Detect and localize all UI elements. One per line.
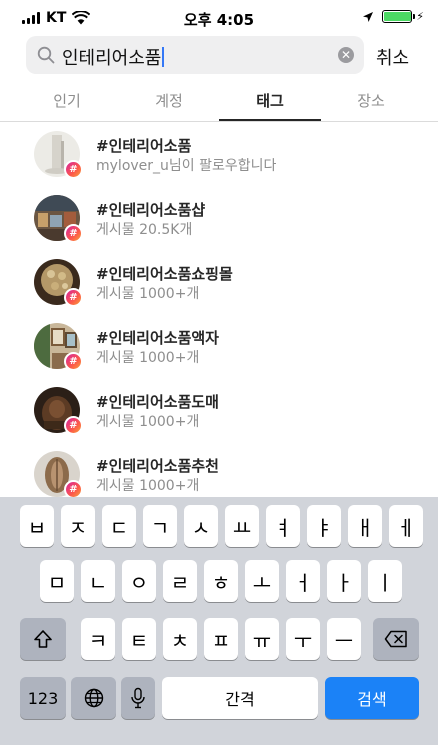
charging-bolt-icon: ⚡ <box>416 10 424 23</box>
key-row2-7[interactable]: ㅓ <box>286 560 320 602</box>
search-tabs: 인기 계정 태그 장소 <box>0 84 438 122</box>
key-row1-4[interactable]: ㄱ <box>143 505 177 547</box>
key-row2-9[interactable]: ㅣ <box>368 560 402 602</box>
key-row1-9[interactable]: ㅐ <box>348 505 382 547</box>
key-row3-7[interactable]: ㅡ <box>327 618 361 660</box>
tab-tags[interactable]: 태그 <box>220 90 320 111</box>
clear-search-button[interactable]: ✕ <box>338 47 354 63</box>
delete-key[interactable] <box>373 618 419 660</box>
key-row3-4[interactable]: ㅍ <box>204 618 238 660</box>
tab-places[interactable]: 장소 <box>321 90 421 111</box>
key-row2-2[interactable]: ㄴ <box>81 560 115 602</box>
hashtag-icon: # <box>64 352 83 371</box>
hashtag-icon: # <box>64 480 83 497</box>
tag-subtitle: mylover_u님이 팔로우합니다 <box>96 158 277 174</box>
list-item[interactable]: # #인테리어소품추천 게시물 1000+개 <box>0 444 438 497</box>
hashtag-icon: # <box>64 288 83 307</box>
tag-name: #인테리어소품샵 <box>96 201 206 219</box>
tag-name: #인테리어소품쇼핑몰 <box>96 265 233 283</box>
dictation-key[interactable] <box>121 677 155 719</box>
key-row1-1[interactable]: ㅂ <box>20 505 54 547</box>
tag-subtitle: 게시물 1000+개 <box>96 350 200 366</box>
list-item[interactable]: # #인테리어소품액자 게시물 1000+개 <box>0 316 438 380</box>
microphone-icon <box>131 687 145 709</box>
tag-name: #인테리어소품추천 <box>96 457 219 475</box>
cancel-button[interactable]: 취소 <box>376 44 409 70</box>
globe-key[interactable] <box>71 677 116 719</box>
key-row2-3[interactable]: ㅇ <box>122 560 156 602</box>
text-caret <box>162 47 165 67</box>
active-tab-indicator <box>219 119 321 121</box>
shift-key[interactable] <box>20 618 66 660</box>
globe-icon <box>84 688 103 708</box>
search-input[interactable]: 인테리어소품 ✕ <box>26 36 364 74</box>
tab-accounts[interactable]: 계정 <box>119 90 219 111</box>
space-key[interactable]: 간격 <box>162 677 318 719</box>
search-key[interactable]: 검색 <box>325 677 419 719</box>
key-row2-8[interactable]: ㅏ <box>327 560 361 602</box>
key-row1-8[interactable]: ㅑ <box>307 505 341 547</box>
tag-name: #인테리어소품도매 <box>96 393 219 411</box>
key-row3-2[interactable]: ㅌ <box>122 618 156 660</box>
hashtag-icon: # <box>64 224 83 243</box>
tag-name: #인테리어소품 <box>96 137 192 155</box>
key-row1-10[interactable]: ㅔ <box>389 505 423 547</box>
tag-name: #인테리어소품액자 <box>96 329 219 347</box>
key-row2-1[interactable]: ㅁ <box>40 560 74 602</box>
tag-subtitle: 게시물 20.5K개 <box>96 222 193 238</box>
key-row3-5[interactable]: ㅠ <box>245 618 279 660</box>
list-item[interactable]: # #인테리어소품도매 게시물 1000+개 <box>0 380 438 444</box>
list-item[interactable]: # #인테리어소품 mylover_u님이 팔로우합니다 <box>0 124 438 188</box>
key-row1-7[interactable]: ㅕ <box>266 505 300 547</box>
status-bar: KT 오후 4:05 ⚡ <box>0 0 438 34</box>
search-icon <box>37 46 55 64</box>
tag-subtitle: 게시물 1000+개 <box>96 478 200 494</box>
hashtag-icon: # <box>64 160 83 179</box>
key-row2-4[interactable]: ㄹ <box>163 560 197 602</box>
backspace-icon <box>384 630 407 648</box>
shift-icon <box>34 630 52 648</box>
search-row: 인테리어소품 ✕ 취소 <box>0 36 438 80</box>
tag-results-list: # #인테리어소품 mylover_u님이 팔로우합니다 # #인테리어소품샵 … <box>0 124 438 497</box>
status-right: ⚡ <box>362 10 424 23</box>
korean-keyboard: ㅂ ㅈ ㄷ ㄱ ㅅ ㅛ ㅕ ㅑ ㅐ ㅔ ㅁ ㄴ ㅇ ㄹ ㅎ ㅗ ㅓ ㅏ ㅣ ㅋ … <box>0 497 438 745</box>
search-query-text[interactable]: 인테리어소품 <box>62 44 165 70</box>
tab-top[interactable]: 인기 <box>17 90 117 111</box>
location-arrow-icon <box>363 11 374 22</box>
key-row2-6[interactable]: ㅗ <box>245 560 279 602</box>
numbers-key[interactable]: 123 <box>20 677 66 719</box>
tag-subtitle: 게시물 1000+개 <box>96 414 200 430</box>
key-row1-2[interactable]: ㅈ <box>61 505 95 547</box>
search-query: 인테리어소품 <box>62 48 162 69</box>
tag-subtitle: 게시물 1000+개 <box>96 286 200 302</box>
key-row1-5[interactable]: ㅅ <box>184 505 218 547</box>
key-row3-1[interactable]: ㅋ <box>81 618 115 660</box>
battery-icon <box>382 10 416 23</box>
clear-icon: ✕ <box>340 48 352 62</box>
key-row2-5[interactable]: ㅎ <box>204 560 238 602</box>
hashtag-icon: # <box>64 416 83 435</box>
key-row1-6[interactable]: ㅛ <box>225 505 259 547</box>
key-row1-3[interactable]: ㄷ <box>102 505 136 547</box>
list-item[interactable]: # #인테리어소품샵 게시물 20.5K개 <box>0 188 438 252</box>
battery-level <box>384 12 411 21</box>
key-row3-6[interactable]: ㅜ <box>286 618 320 660</box>
list-item[interactable]: # #인테리어소품쇼핑몰 게시물 1000+개 <box>0 252 438 316</box>
key-row3-3[interactable]: ㅊ <box>163 618 197 660</box>
